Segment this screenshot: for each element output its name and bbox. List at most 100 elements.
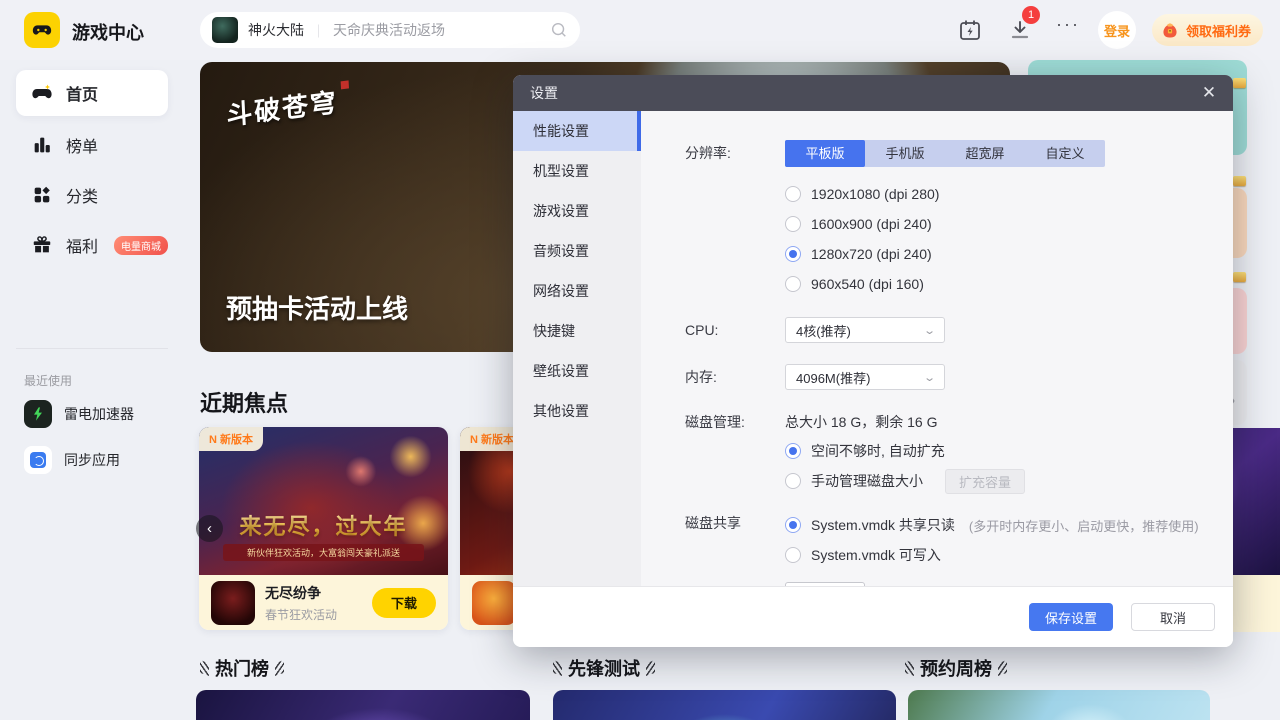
nav-game[interactable]: 游戏设置 — [513, 191, 641, 231]
nav-audio[interactable]: 音频设置 — [513, 231, 641, 271]
title-wing-left — [200, 660, 209, 676]
download-button[interactable]: 下载 — [372, 587, 436, 618]
focus-card-footer: 无尽纷争 春节狂欢活动 下载 — [199, 575, 448, 630]
radio-auto-expand[interactable]: 空间不够时, 自动扩充 — [785, 436, 1025, 466]
sidebar-item-home[interactable]: 首页 — [16, 70, 168, 116]
radio-vmdk-readonly[interactable]: System.vmdk 共享只读 (多开时内存更小、启动更快，推荐使用) — [785, 510, 1199, 540]
radio-960x540[interactable]: 960x540 (dpi 160) — [785, 269, 939, 299]
modal-header[interactable]: 设置 ✕ — [513, 75, 1233, 111]
game-desc: 春节狂欢活动 — [265, 607, 338, 622]
search-placeholder: 天命庆典活动返场 — [333, 22, 446, 38]
radio-icon-selected[interactable] — [785, 246, 801, 262]
app-logo[interactable] — [24, 12, 60, 48]
focus-card-1[interactable]: N 新版本 来无尽，过大年 新伙伴狂欢活动，大富翁闯关豪礼派送 无尽纷争 春节狂… — [199, 427, 448, 630]
rank-medal-icon — [1233, 176, 1246, 186]
hot-list-card[interactable] — [196, 690, 530, 720]
radio-icon[interactable] — [785, 276, 801, 292]
nav-wallpaper[interactable]: 壁纸设置 — [513, 351, 641, 391]
resolution-label: 分辨率: — [685, 145, 731, 161]
disk-row: 磁盘管理: 总大小 18 G，剩余 16 G 空间不够时, 自动扩充 手动管理磁… — [685, 409, 1233, 496]
search-icon[interactable] — [550, 21, 568, 39]
recent-section-title: 最近使用 — [24, 374, 73, 388]
search-game-thumbnail — [212, 17, 238, 43]
home-gamepad-icon — [30, 81, 54, 105]
new-version-badge: N 新版本 — [199, 427, 263, 451]
tab-phone[interactable]: 手机版 — [865, 140, 945, 167]
radio-icon[interactable] — [785, 216, 801, 232]
modal-title: 设置 — [530, 85, 558, 101]
game-icon — [472, 580, 516, 625]
radio-1280x720[interactable]: 1280x720 (dpi 240) — [785, 239, 939, 269]
reservation-card[interactable] — [908, 690, 1210, 720]
recent-item-accelerator[interactable]: 雷电加速器 — [24, 400, 134, 428]
section-title-text: 预约周榜 — [920, 659, 992, 679]
tab-ultrawide[interactable]: 超宽屏 — [945, 140, 1025, 167]
radio-manual-disk[interactable]: 手动管理磁盘大小 扩充容量 — [785, 466, 1026, 496]
nav-performance[interactable]: 性能设置 — [513, 111, 641, 151]
memory-row: 内存: 4096M(推荐) ⌄ — [685, 364, 1233, 391]
recent-item-sync[interactable]: 同步应用 — [24, 446, 120, 474]
search-input[interactable]: 神火大陆 ｜ 天命庆典活动返场 — [200, 12, 580, 48]
radio-icon-selected[interactable] — [785, 443, 801, 459]
radio-icon[interactable] — [785, 473, 801, 489]
banner-caption: 预抽卡活动上线 — [226, 294, 409, 324]
coupon-button[interactable]: 领取福利券 — [1152, 14, 1264, 46]
sidebar-item-categories[interactable]: 分类 — [16, 172, 168, 218]
sidebar-item-label: 首页 — [66, 87, 99, 104]
calendar-icon[interactable] — [958, 18, 982, 42]
radio-label: 空间不够时, 自动扩充 — [811, 443, 945, 459]
radio-label: 1280x720 (dpi 240) — [811, 246, 932, 262]
download-count-badge: 1 — [1022, 6, 1040, 24]
radio-icon-selected[interactable] — [785, 517, 801, 533]
nav-device[interactable]: 机型设置 — [513, 151, 641, 191]
category-grid-icon — [30, 183, 54, 207]
gift-icon — [30, 233, 54, 257]
login-button[interactable]: 登录 — [1098, 11, 1136, 49]
disk-label: 磁盘管理: — [685, 414, 745, 430]
tab-tablet[interactable]: 平板版 — [785, 140, 865, 167]
sidebar-item-rankings[interactable]: 榜单 — [16, 122, 168, 168]
cancel-button[interactable]: 取消 — [1131, 603, 1215, 631]
radio-icon[interactable] — [785, 186, 801, 202]
resolution-tabs: 平板版 手机版 超宽屏 自定义 — [785, 140, 1105, 167]
rank-medal-icon — [1233, 78, 1246, 88]
radio-1600x900[interactable]: 1600x900 (dpi 240) — [785, 209, 939, 239]
focus-card-subline: 新伙伴狂欢活动，大富翁闯关豪礼派送 — [223, 544, 424, 561]
top-bar: 游戏中心 神火大陆 ｜ 天命庆典活动返场 1 ··· 登录 领取福利券 — [0, 0, 1280, 60]
recent-item-label: 雷电加速器 — [64, 406, 134, 422]
radio-label: 1920x1080 (dpi 280) — [811, 186, 940, 202]
nav-other[interactable]: 其他设置 — [513, 391, 641, 431]
title-wing-left — [905, 660, 914, 676]
radio-label: System.vmdk 共享只读 — [811, 517, 955, 533]
radio-note: (多开时内存更小、启动更快，推荐使用) — [968, 518, 1199, 534]
chevron-down-icon: ⌄ — [922, 371, 936, 384]
carousel-prev-button[interactable]: ‹ — [196, 515, 223, 542]
gamepad-icon — [32, 25, 52, 35]
save-settings-button[interactable]: 保存设置 — [1029, 603, 1113, 631]
sync-app-icon — [24, 446, 52, 474]
close-icon[interactable]: ✕ — [1199, 83, 1219, 103]
game-meta: 无尽纷争 春节狂欢活动 — [265, 583, 362, 623]
radio-label: 手动管理磁盘大小 — [811, 473, 923, 489]
sidebar-item-label: 榜单 — [66, 139, 99, 156]
search-divider: ｜ — [312, 23, 326, 39]
cpu-row: CPU: 4核(推荐) ⌄ — [685, 317, 1233, 344]
nav-network[interactable]: 网络设置 — [513, 271, 641, 311]
radio-vmdk-writable[interactable]: System.vmdk 可写入 — [785, 540, 1199, 570]
sidebar-item-welfare[interactable]: 福利 电量商城 — [16, 222, 168, 268]
game-icon — [211, 580, 255, 625]
sidebar-item-label: 分类 — [66, 189, 99, 206]
more-icon[interactable]: ··· — [1056, 14, 1080, 35]
title-wing-right — [646, 660, 655, 676]
section-title-text: 先锋测试 — [568, 659, 640, 679]
memory-select[interactable]: 4096M(推荐) ⌄ — [785, 364, 945, 390]
tab-custom[interactable]: 自定义 — [1025, 140, 1105, 167]
nav-shortcuts[interactable]: 快捷键 — [513, 311, 641, 351]
banner-game-logo: 斗破苍穹 — [225, 80, 350, 132]
radio-1920x1080[interactable]: 1920x1080 (dpi 280) — [785, 179, 939, 209]
pioneer-test-card[interactable] — [553, 690, 896, 720]
cpu-select[interactable]: 4核(推荐) ⌄ — [785, 317, 945, 343]
radio-icon[interactable] — [785, 547, 801, 563]
disk-summary: 总大小 18 G，剩余 16 G — [785, 414, 938, 430]
expand-capacity-button[interactable]: 扩充容量 — [945, 468, 1026, 494]
